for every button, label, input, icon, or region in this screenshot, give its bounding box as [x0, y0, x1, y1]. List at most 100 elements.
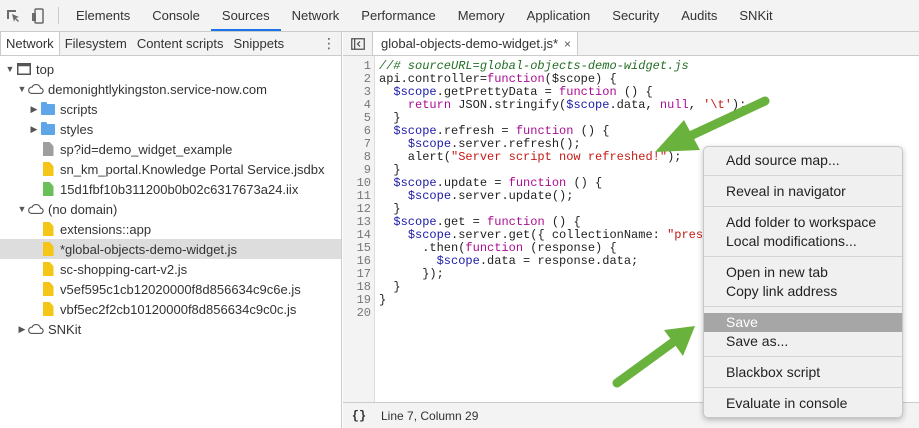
menu-separator — [704, 356, 902, 357]
sources-navigator: Network Filesystem Content scripts Snipp… — [0, 32, 342, 428]
tree-node-label: scripts — [60, 101, 98, 117]
tree-node-label: sn_km_portal.Knowledge Portal Service.js… — [60, 161, 325, 177]
tree-node-label: *global-objects-demo-widget.js — [60, 241, 238, 257]
tree-node-file[interactable]: 15d1fbf10b311200b0b02c6317673a24.iix — [0, 179, 341, 199]
pretty-print-button[interactable]: {} — [343, 409, 375, 423]
tree-node-no-domain[interactable]: ▼ (no domain) — [0, 199, 341, 219]
menu-separator — [704, 387, 902, 388]
script-file-icon — [40, 281, 56, 297]
menu-separator — [704, 175, 902, 176]
script-file-icon — [40, 161, 56, 177]
cloud-icon — [28, 321, 44, 337]
tree-node-snkit[interactable]: ▶ SNKit — [0, 319, 341, 339]
navigator-tab-content-scripts[interactable]: Content scripts — [132, 32, 229, 55]
tree-node-file[interactable]: sp?id=demo_widget_example — [0, 139, 341, 159]
navigator-tabs: Network Filesystem Content scripts Snipp… — [0, 32, 341, 56]
menu-item-add-source-map[interactable]: Add source map... — [704, 151, 902, 170]
tab-network[interactable]: Network — [281, 0, 351, 31]
document-file-icon — [40, 141, 56, 157]
tree-node-label: sc-shopping-cart-v2.js — [60, 261, 188, 277]
cloud-icon — [28, 201, 44, 217]
device-toolbar-icon[interactable] — [26, 0, 52, 31]
tab-memory[interactable]: Memory — [447, 0, 516, 31]
menu-item-save-as[interactable]: Save as... — [704, 332, 902, 351]
code-line: } — [379, 293, 387, 307]
code-line: return JSON.stringify($scope.data, null,… — [407, 98, 747, 112]
devtools-toolbar: Elements Console Sources Network Perform… — [0, 0, 919, 32]
inspect-element-icon[interactable] — [0, 0, 26, 31]
line-number-gutter: 1 2 3 4 5 6 7 8 9 10 11 12 13 14 15 16 1… — [343, 56, 375, 402]
menu-item-save[interactable]: Save — [704, 313, 902, 332]
menu-separator — [704, 306, 902, 307]
tab-console[interactable]: Console — [141, 0, 211, 31]
code-line: }); — [379, 267, 444, 281]
menu-item-open-in-new-tab[interactable]: Open in new tab — [704, 263, 902, 282]
tab-snkit[interactable]: SNKit — [728, 0, 783, 31]
tree-node-label: v5ef595c1cb12020000f8d856634c9c6e.js — [60, 281, 301, 297]
close-tab-icon[interactable]: × — [564, 37, 571, 51]
script-file-icon — [40, 301, 56, 317]
menu-item-evaluate-in-console[interactable]: Evaluate in console — [704, 394, 902, 413]
script-file-icon — [40, 241, 56, 257]
navigator-tab-filesystem[interactable]: Filesystem — [60, 32, 132, 55]
editor-tab-file[interactable]: global-objects-demo-widget.js* × — [373, 32, 579, 55]
tree-node-top[interactable]: ▼ top — [0, 59, 341, 79]
menu-item-blackbox-script[interactable]: Blackbox script — [704, 363, 902, 382]
tree-node-label: styles — [60, 121, 94, 137]
expanded-triangle-icon[interactable]: ▼ — [16, 199, 28, 219]
editor-tab-label: global-objects-demo-widget.js* — [381, 36, 559, 51]
tab-application[interactable]: Application — [516, 0, 602, 31]
tree-node-label: SNKit — [48, 321, 82, 337]
tab-audits[interactable]: Audits — [670, 0, 728, 31]
tree-node-file[interactable]: v5ef595c1cb12020000f8d856634c9c6e.js — [0, 279, 341, 299]
image-file-icon — [40, 181, 56, 197]
expanded-triangle-icon[interactable]: ▼ — [4, 59, 16, 79]
code-line: alert("Server script now refreshed!"); — [379, 150, 682, 164]
tree-node-file[interactable]: vbf5ec2f2cb10120000f8d856634c9c0c.js — [0, 299, 341, 319]
tree-node-label: (no domain) — [48, 201, 118, 217]
tab-sources[interactable]: Sources — [210, 0, 281, 31]
navigator-tab-snippets[interactable]: Snippets — [229, 32, 290, 55]
menu-item-reveal-in-navigator[interactable]: Reveal in navigator — [704, 182, 902, 201]
tree-node-label: sp?id=demo_widget_example — [60, 141, 233, 157]
panel-tabs: Elements Console Sources Network Perform… — [65, 0, 784, 31]
menu-item-add-folder-to-workspace[interactable]: Add folder to workspace — [704, 213, 902, 232]
script-file-icon — [40, 261, 56, 277]
tree-node-file[interactable]: sn_km_portal.Knowledge Portal Service.js… — [0, 159, 341, 179]
tab-elements[interactable]: Elements — [65, 0, 141, 31]
code-lines[interactable]: //# sourceURL=global-objects-demo-widget… — [375, 56, 746, 402]
tab-performance[interactable]: Performance — [350, 0, 446, 31]
tree-node-file[interactable]: sc-shopping-cart-v2.js — [0, 259, 341, 279]
tree-node-file[interactable]: extensions::app — [0, 219, 341, 239]
menu-separator — [704, 256, 902, 257]
toggle-navigator-icon[interactable] — [343, 32, 373, 55]
collapsed-triangle-icon[interactable]: ▶ — [28, 99, 40, 119]
tab-security[interactable]: Security — [601, 0, 670, 31]
tree-node-label: 15d1fbf10b311200b0b02c6317673a24.iix — [60, 181, 299, 197]
frame-icon — [16, 61, 32, 77]
folder-icon — [40, 121, 56, 137]
tree-node-label: top — [36, 61, 55, 77]
editor-tabs: global-objects-demo-widget.js* × — [343, 32, 919, 56]
more-options-icon[interactable]: ⋮ — [317, 32, 341, 55]
collapsed-triangle-icon[interactable]: ▶ — [16, 319, 28, 339]
script-file-icon — [40, 221, 56, 237]
toolbar-divider — [58, 7, 59, 24]
expanded-triangle-icon[interactable]: ▼ — [16, 79, 28, 99]
tree-node-file-selected[interactable]: *global-objects-demo-widget.js — [0, 239, 341, 259]
navigator-tab-network[interactable]: Network — [0, 32, 60, 55]
collapsed-triangle-icon[interactable]: ▶ — [28, 119, 40, 139]
tree-node-styles[interactable]: ▶ styles — [0, 119, 341, 139]
menu-item-local-modifications[interactable]: Local modifications... — [704, 232, 902, 251]
cursor-position: Line 7, Column 29 — [381, 408, 479, 423]
code-line: $scope.server.update(); — [407, 189, 574, 203]
tree-node-domain[interactable]: ▼ demonightlykingston.service-now.com — [0, 79, 341, 99]
folder-icon — [40, 101, 56, 117]
file-tree: ▼ top ▼ demonightlykingston.service-now.… — [0, 56, 341, 339]
code-line: } — [379, 280, 401, 294]
menu-item-copy-link-address[interactable]: Copy link address — [704, 282, 902, 301]
menu-separator — [704, 206, 902, 207]
tree-node-scripts[interactable]: ▶ scripts — [0, 99, 341, 119]
cloud-icon — [28, 81, 44, 97]
